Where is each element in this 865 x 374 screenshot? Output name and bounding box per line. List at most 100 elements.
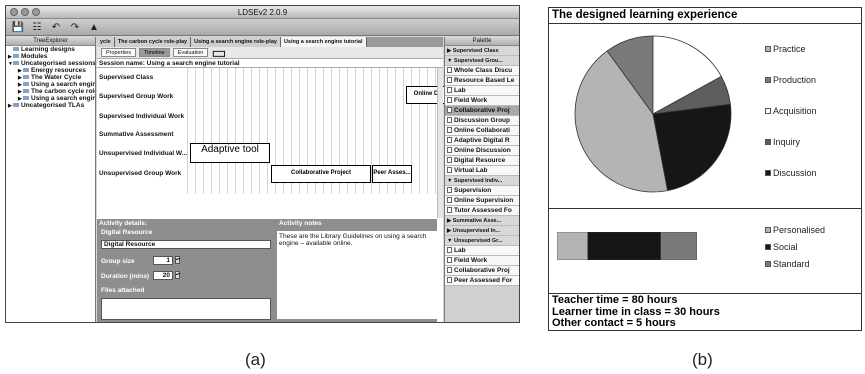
tree-explorer: TreeExplorer Learning designs ▶ Modules ▼ Un…	[6, 37, 96, 322]
window-title: LDSEv2 2.0.9	[237, 8, 288, 17]
group-size-stepper-icon[interactable]: ▴▾	[175, 256, 180, 264]
view-tab[interactable]: Properties	[101, 48, 137, 57]
palette-item[interactable]: Field Work	[445, 96, 519, 106]
timeline-row-label: Supervised Group Work	[99, 93, 174, 100]
palette-item[interactable]: Adaptive Digital R	[445, 136, 519, 146]
palette-item[interactable]: Peer Assessed For	[445, 276, 519, 286]
files-attached-label: Files attached	[101, 287, 145, 294]
view-tab[interactable]: Evaluation	[172, 48, 209, 57]
learning-experience-figure: The designed learning experience Practic…	[548, 7, 862, 331]
figure-title: The designed learning experience	[552, 9, 738, 21]
tree-item[interactable]: ▶ Using a search engine	[6, 81, 95, 88]
legend-swatch	[765, 108, 771, 114]
palette-item[interactable]: Tutor Assessed Fo	[445, 206, 519, 216]
disclosure-triangle-icon[interactable]: ▼	[447, 238, 454, 244]
palette-item[interactable]: ▶ Supervised Class	[445, 46, 519, 56]
minimize-window-icon[interactable]	[21, 8, 29, 16]
activity-notes-field[interactable]: These are the Library Guidelines on usin…	[277, 231, 437, 319]
tree-item[interactable]: ▶ The carbon cycle role	[6, 88, 95, 95]
tree-item[interactable]: ▶ Modules	[6, 53, 95, 60]
legend-item: Social	[765, 242, 798, 252]
palette-item[interactable]: ▼ Unsupervised Gr...	[445, 236, 519, 246]
document-icon	[447, 267, 452, 274]
document-tab[interactable]: Using a search engine tutorial	[280, 37, 367, 47]
activity-collaborative-project[interactable]: Collaborative Project	[271, 165, 371, 183]
timeline-grid[interactable]: Supervised Class Supervised Group Work Sup…	[97, 68, 446, 218]
tree-item[interactable]: ▶ Uncategorised TLAs	[6, 102, 95, 109]
palette-item[interactable]: Discussion Group	[445, 116, 519, 126]
folder-icon	[13, 61, 19, 66]
palette-item[interactable]: Online Collaborati	[445, 126, 519, 136]
warning-icon[interactable]: ▲	[87, 21, 101, 34]
view-tab[interactable]: Timeline	[139, 48, 170, 57]
palette-item-label: Collaborative Proj	[454, 267, 510, 274]
caption-a: (a)	[245, 350, 266, 369]
zoom-window-icon[interactable]	[32, 8, 40, 16]
redo-icon[interactable]: ↷	[68, 21, 82, 34]
document-icon	[447, 197, 452, 204]
document-icon	[447, 127, 452, 134]
palette-item[interactable]: ▼ Supervised Grou...	[445, 56, 519, 66]
duration-field[interactable]: 20	[153, 271, 173, 280]
tree-item[interactable]: ▼ Uncategorised sessions	[6, 60, 95, 67]
palette-item[interactable]: Online Discussion	[445, 146, 519, 156]
disclosure-triangle-icon[interactable]: ▼	[447, 178, 454, 184]
tree-item[interactable]: ▶ Using a search engine	[6, 95, 95, 102]
palette-item-label: Supervised Class	[452, 48, 499, 54]
document-tab[interactable]: Using a search engine role-play	[191, 37, 281, 47]
palette-item[interactable]: Field Work	[445, 256, 519, 266]
palette-item[interactable]: Collaborative Proj	[445, 266, 519, 276]
activity-adaptive-tool[interactable]: Adaptive tool	[190, 143, 270, 163]
tree-item-label: Modules	[21, 53, 48, 60]
files-attached-list[interactable]	[101, 298, 271, 320]
palette-item[interactable]: Resource Based Le	[445, 76, 519, 86]
legend-swatch	[765, 227, 771, 233]
palette-item-label: Adaptive Digital R	[454, 137, 510, 144]
document-icon	[447, 207, 452, 214]
tree-item[interactable]: ▶ The Water Cycle	[6, 74, 95, 81]
close-window-icon[interactable]	[10, 8, 18, 16]
palette-item[interactable]: Collaborative Proj	[445, 106, 519, 116]
activity-peer-assessment[interactable]: Peer Asses...	[372, 165, 412, 183]
group-size-field[interactable]: 1	[153, 256, 173, 265]
palette-item-label: Unsupervised Gr...	[453, 238, 503, 244]
palette-item-label: Resource Based Le	[454, 77, 515, 84]
palette-item-label: Online Supervision	[454, 197, 514, 204]
palette-item-label: Virtual Lab	[454, 167, 488, 174]
tree-item[interactable]: ▶ Energy resources	[6, 67, 95, 74]
folder-icon	[23, 96, 29, 101]
stacked-bar-chart	[557, 232, 697, 260]
document-tab[interactable]: The carbon cycle role-play	[114, 37, 192, 47]
legend-item: Standard	[765, 259, 810, 269]
document-icon	[447, 87, 452, 94]
tree-item-label: Using a search engine	[31, 95, 95, 102]
timeline-scrollbar[interactable]	[437, 68, 443, 218]
palette-item[interactable]: ▼ Supervised Indiv...	[445, 176, 519, 186]
document-tab[interactable]: ycle	[97, 37, 115, 47]
palette-item[interactable]: Virtual Lab	[445, 166, 519, 176]
tree-item[interactable]: Learning designs	[6, 46, 95, 53]
session-name: Session name: Using a search engine tuto…	[97, 59, 443, 68]
palette-item-label: Summative Asse...	[452, 218, 502, 224]
palette-item[interactable]: Online Supervision	[445, 196, 519, 206]
palette-item[interactable]: ▶ Summative Asse...	[445, 216, 519, 226]
palette-item[interactable]: ▶ Unsupervised In...	[445, 226, 519, 236]
save-icon[interactable]: 💾	[11, 21, 25, 34]
legend-swatch	[765, 261, 771, 267]
document-icon	[447, 247, 452, 254]
palette-item[interactable]: Whole Class Discu	[445, 66, 519, 76]
folder-icon	[23, 75, 29, 80]
undo-icon[interactable]: ↶	[49, 21, 63, 34]
resource-field[interactable]: Digital Resource	[101, 240, 271, 249]
palette-item[interactable]: Supervision	[445, 186, 519, 196]
disclosure-triangle-icon[interactable]: ▼	[447, 58, 454, 64]
palette-item-label: Online Collaborati	[454, 127, 510, 134]
palette-item[interactable]: Digital Resource	[445, 156, 519, 166]
duration-stepper-icon[interactable]: ▴▾	[175, 271, 180, 279]
bar-segment-social	[587, 232, 661, 260]
palette-item-label: Digital Resource	[454, 157, 506, 164]
palette-item[interactable]: Lab	[445, 86, 519, 96]
legend-swatch	[765, 46, 771, 52]
saveas-icon[interactable]: ☷	[30, 21, 44, 34]
palette-item[interactable]: Lab	[445, 246, 519, 256]
